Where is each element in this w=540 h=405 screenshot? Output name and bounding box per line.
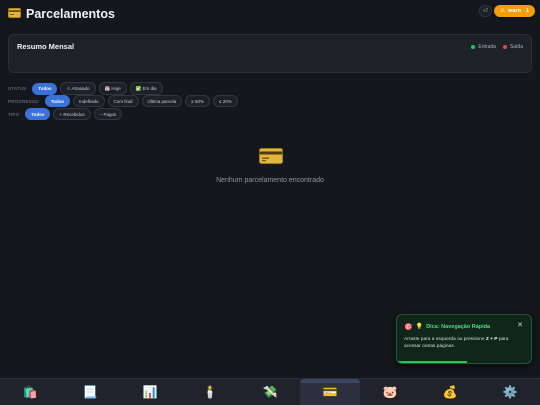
tip-title: Dica: Navegação Rápida bbox=[426, 323, 491, 330]
nav-item-bar-chart[interactable]: 📊 bbox=[120, 379, 180, 405]
nav-item-piggy-bank[interactable]: 🐷 bbox=[360, 379, 420, 405]
app-header: Parcelamentos v2 ⚠ warn 1 bbox=[0, 0, 540, 28]
nav-item-money-bag[interactable]: 💰 bbox=[420, 379, 480, 405]
filter-label-status: STATUS bbox=[8, 86, 27, 91]
candle-icon: 🕯️ bbox=[202, 385, 218, 399]
progresso-chip-com-final[interactable]: Com final bbox=[107, 95, 139, 107]
nav-item-shopping-bags[interactable]: 🛍️ bbox=[0, 379, 60, 405]
warning-badge[interactable]: ⚠ warn 1 bbox=[494, 5, 535, 17]
empty-state: Nenhum parcelamento encontrado bbox=[0, 148, 540, 184]
page-title: Parcelamentos bbox=[8, 7, 115, 21]
piggy-bank-icon: 🐷 bbox=[382, 385, 398, 399]
tipo-chip-todos[interactable]: Todos bbox=[25, 108, 51, 120]
progresso-chip-todos[interactable]: Todos bbox=[44, 95, 70, 107]
receipt-icon: 📃 bbox=[82, 385, 98, 399]
progresso-chip-ultima-parcela[interactable]: Última parcela bbox=[141, 95, 183, 107]
warning-icon: ⚠ bbox=[500, 8, 506, 14]
status-chip-atrasado[interactable]: ⚠ Atrasado bbox=[60, 82, 96, 95]
shopping-bags-icon: 🛍️ bbox=[22, 385, 38, 399]
nav-item-gear[interactable]: ⚙️ bbox=[480, 379, 540, 405]
credit-card-icon: 💳 bbox=[322, 385, 338, 399]
status-chip-todos[interactable]: Todos bbox=[32, 82, 58, 95]
filter-label-tipo: TIPO bbox=[8, 111, 20, 117]
money-bag-icon: 💰 bbox=[442, 385, 458, 399]
legend-label-entrada: Entrada bbox=[478, 44, 496, 50]
money-with-wings-icon: 💸 bbox=[262, 385, 278, 399]
warning-count: 1 bbox=[525, 8, 529, 14]
progresso-chip-lte-20[interactable]: ≤ 20% bbox=[213, 95, 238, 107]
legend-dot-saida bbox=[502, 45, 507, 49]
tipo-chip-recebidos[interactable]: + Recebidos bbox=[53, 108, 91, 120]
filter-row-tipo: TIPO Todos + Recebidos − Pagos bbox=[8, 108, 123, 120]
progresso-chip-gte-50[interactable]: ≥ 50% bbox=[185, 95, 211, 107]
summary-title: Resumo Mensal bbox=[17, 42, 75, 51]
tip-body-prefix: Arraste para a esquerda ou pressione bbox=[404, 337, 486, 342]
filter-row-status: STATUS Todos ⚠ Atrasado 📅 Hoje ✅ Em dia bbox=[8, 82, 163, 95]
credit-card-icon bbox=[8, 7, 21, 21]
progresso-chip-indefinido[interactable]: Indefinido bbox=[72, 95, 105, 107]
tip-progress-bar bbox=[397, 361, 467, 363]
empty-state-text: Nenhum parcelamento encontrado bbox=[216, 177, 324, 184]
lightbulb-icon: 💡 bbox=[415, 324, 424, 330]
legend-item-saida: Saída bbox=[502, 44, 523, 50]
legend-dot-entrada bbox=[471, 45, 476, 49]
bottom-nav: 🛍️ 📃 📊 🕯️ 💸 💳 🐷 💰 ⚙️ bbox=[0, 378, 540, 405]
tipo-chip-pagos[interactable]: − Pagos bbox=[93, 108, 123, 120]
nav-item-credit-card[interactable]: 💳 bbox=[300, 378, 360, 405]
summary-legend: Entrada Saída bbox=[471, 44, 523, 50]
close-icon[interactable]: ✕ bbox=[517, 321, 523, 329]
tip-toast: 🎯 💡 Dica: Navegação Rápida ✕ Arraste par… bbox=[396, 314, 532, 364]
warning-label: warn bbox=[508, 8, 521, 14]
tip-body: Arraste para a esquerda ou pressione Z +… bbox=[397, 333, 531, 350]
filter-label-progresso: PROGRESSO bbox=[8, 98, 39, 104]
page-title-text: Parcelamentos bbox=[26, 7, 115, 21]
target-icon: 🎯 bbox=[404, 323, 413, 331]
nav-item-candle[interactable]: 🕯️ bbox=[180, 379, 240, 405]
legend-label-saida: Saída bbox=[509, 44, 523, 50]
nav-item-money-with-wings[interactable]: 💸 bbox=[240, 379, 300, 405]
credit-card-icon bbox=[259, 148, 283, 164]
monthly-summary-card: Resumo Mensal Entrada Saída bbox=[8, 34, 532, 73]
version-chip[interactable]: v2 bbox=[478, 5, 493, 17]
status-chip-em-dia[interactable]: ✅ Em dia bbox=[129, 82, 163, 95]
filter-row-progresso: PROGRESSO Todos Indefinido Com final Últ… bbox=[8, 95, 238, 107]
gear-icon: ⚙️ bbox=[502, 385, 518, 399]
nav-item-receipt[interactable]: 📃 bbox=[60, 379, 120, 405]
bar-chart-icon: 📊 bbox=[142, 385, 158, 399]
status-chip-hoje[interactable]: 📅 Hoje bbox=[98, 82, 127, 95]
legend-item-entrada: Entrada bbox=[471, 44, 496, 50]
tip-shortcut: Z + P bbox=[485, 337, 498, 342]
